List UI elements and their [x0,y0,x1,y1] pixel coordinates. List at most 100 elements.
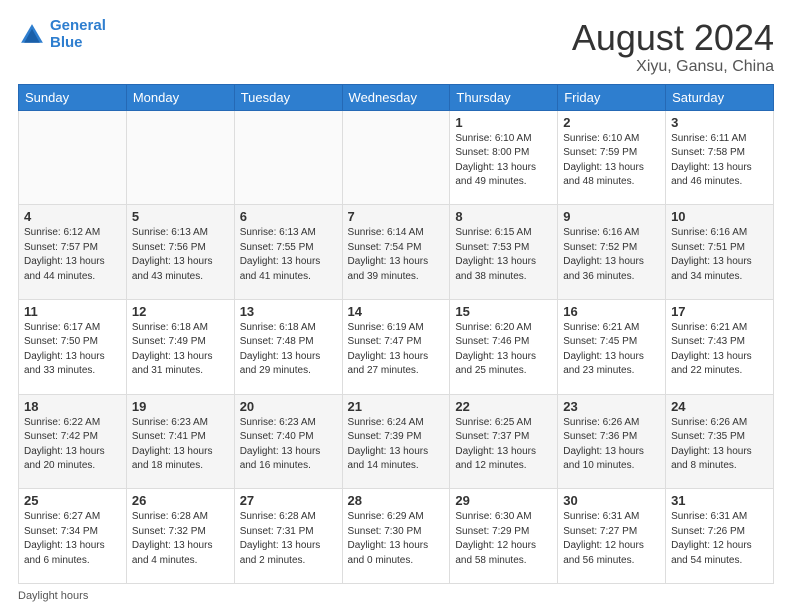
day-number: 24 [671,399,768,414]
day-info: Sunrise: 6:31 AM Sunset: 7:27 PM Dayligh… [563,510,660,568]
logo-icon [18,21,46,49]
day-number: 15 [455,304,552,319]
day-number: 30 [563,493,660,508]
day-number: 8 [455,209,552,224]
day-number: 19 [132,399,229,414]
calendar-cell [234,110,342,205]
day-number: 13 [240,304,337,319]
calendar-cell: 23 Sunrise: 6:26 AM Sunset: 7:36 PM Dayli… [558,394,666,489]
day-info: Sunrise: 6:28 AM Sunset: 7:32 PM Dayligh… [132,510,229,568]
calendar-cell: 7 Sunrise: 6:14 AM Sunset: 7:54 PM Daylig… [342,205,450,300]
day-info: Sunrise: 6:13 AM Sunset: 7:56 PM Dayligh… [132,226,229,284]
day-info: Sunrise: 6:23 AM Sunset: 7:40 PM Dayligh… [240,416,337,474]
calendar-day-header: Tuesday [234,84,342,110]
location: Xiyu, Gansu, China [572,58,774,76]
calendar-cell: 6Sunrise: 6:13 AM Sunset: 7:55 PM Daylig… [234,205,342,300]
day-info: Sunrise: 6:19 AM Sunset: 7:47 PM Dayligh… [348,321,445,379]
calendar-cell: 21Sunrise: 6:24 AM Sunset: 7:39 PM Dayli… [342,394,450,489]
logo: General Blue [18,18,106,51]
day-number: 6 [240,209,337,224]
day-number: 26 [132,493,229,508]
day-info: Sunrise: 6:16 AM Sunset: 7:51 PM Dayligh… [671,226,768,284]
day-info: Sunrise: 6:20 AM Sunset: 7:46 PM Dayligh… [455,321,552,379]
day-number: 22 [455,399,552,414]
calendar-day-header: Friday [558,84,666,110]
calendar: SundayMondayTuesdayWednesdayThursdayFrid… [18,84,774,584]
calendar-cell: 12 Sunrise: 6:18 AM Sunset: 7:49 PM Dayli… [126,299,234,394]
day-number: 18 [24,399,121,414]
day-number: 12 [132,304,229,319]
calendar-cell: 29 Sunrise: 6:30 AM Sunset: 7:29 PM Dayli… [450,489,558,584]
calendar-cell: 31Sunrise: 6:31 AM Sunset: 7:26 PM Dayli… [666,489,774,584]
logo-line2: Blue [50,34,83,51]
day-info: Sunrise: 6:18 AM Sunset: 7:49 PM Dayligh… [132,321,229,379]
footer: Daylight hours [18,590,774,602]
day-number: 5 [132,209,229,224]
logo-text: General Blue [50,18,106,51]
day-info: Sunrise: 6:12 AM Sunset: 7:57 PM Dayligh… [24,226,121,284]
day-number: 7 [348,209,445,224]
day-number: 25 [24,493,121,508]
calendar-cell: 19 Sunrise: 6:23 AM Sunset: 7:41 PM Dayli… [126,394,234,489]
day-number: 2 [563,115,660,130]
day-info: Sunrise: 6:15 AM Sunset: 7:53 PM Dayligh… [455,226,552,284]
day-number: 29 [455,493,552,508]
calendar-cell: 5 Sunrise: 6:13 AM Sunset: 7:56 PM Daylig… [126,205,234,300]
calendar-cell: 30 Sunrise: 6:31 AM Sunset: 7:27 PM Dayli… [558,489,666,584]
day-info: Sunrise: 6:27 AM Sunset: 7:34 PM Dayligh… [24,510,121,568]
day-number: 14 [348,304,445,319]
calendar-cell: 2 Sunrise: 6:10 AM Sunset: 7:59 PM Daylig… [558,110,666,205]
day-number: 3 [671,115,768,130]
day-number: 23 [563,399,660,414]
day-info: Sunrise: 6:31 AM Sunset: 7:26 PM Dayligh… [671,510,768,568]
calendar-cell: 11Sunrise: 6:17 AM Sunset: 7:50 PM Dayli… [19,299,127,394]
logo-line1: General [50,17,106,34]
calendar-cell: 28Sunrise: 6:29 AM Sunset: 7:30 PM Dayli… [342,489,450,584]
calendar-day-header: Wednesday [342,84,450,110]
calendar-cell: 27Sunrise: 6:28 AM Sunset: 7:31 PM Dayli… [234,489,342,584]
day-info: Sunrise: 6:22 AM Sunset: 7:42 PM Dayligh… [24,416,121,474]
calendar-day-header: Saturday [666,84,774,110]
page: General Blue August 2024 Xiyu, Gansu, Ch… [0,0,792,612]
day-info: Sunrise: 6:28 AM Sunset: 7:31 PM Dayligh… [240,510,337,568]
calendar-cell: 17Sunrise: 6:21 AM Sunset: 7:43 PM Dayli… [666,299,774,394]
calendar-cell: 10Sunrise: 6:16 AM Sunset: 7:51 PM Dayli… [666,205,774,300]
calendar-cell: 8 Sunrise: 6:15 AM Sunset: 7:53 PM Daylig… [450,205,558,300]
calendar-day-header: Thursday [450,84,558,110]
day-info: Sunrise: 6:29 AM Sunset: 7:30 PM Dayligh… [348,510,445,568]
calendar-cell: 15 Sunrise: 6:20 AM Sunset: 7:46 PM Dayli… [450,299,558,394]
day-info: Sunrise: 6:24 AM Sunset: 7:39 PM Dayligh… [348,416,445,474]
calendar-cell: 9 Sunrise: 6:16 AM Sunset: 7:52 PM Daylig… [558,205,666,300]
day-info: Sunrise: 6:17 AM Sunset: 7:50 PM Dayligh… [24,321,121,379]
calendar-cell [126,110,234,205]
calendar-week-row: 25 Sunrise: 6:27 AM Sunset: 7:34 PM Dayli… [19,489,774,584]
calendar-cell: 25 Sunrise: 6:27 AM Sunset: 7:34 PM Dayli… [19,489,127,584]
day-number: 4 [24,209,121,224]
day-number: 20 [240,399,337,414]
calendar-cell: 4 Sunrise: 6:12 AM Sunset: 7:57 PM Daylig… [19,205,127,300]
day-info: Sunrise: 6:21 AM Sunset: 7:43 PM Dayligh… [671,321,768,379]
calendar-header-row: SundayMondayTuesdayWednesdayThursdayFrid… [19,84,774,110]
calendar-cell: 14 Sunrise: 6:19 AM Sunset: 7:47 PM Dayli… [342,299,450,394]
calendar-cell [342,110,450,205]
day-info: Sunrise: 6:10 AM Sunset: 7:59 PM Dayligh… [563,132,660,190]
day-info: Sunrise: 6:30 AM Sunset: 7:29 PM Dayligh… [455,510,552,568]
calendar-day-header: Monday [126,84,234,110]
day-info: Sunrise: 6:21 AM Sunset: 7:45 PM Dayligh… [563,321,660,379]
day-info: Sunrise: 6:16 AM Sunset: 7:52 PM Dayligh… [563,226,660,284]
day-info: Sunrise: 6:18 AM Sunset: 7:48 PM Dayligh… [240,321,337,379]
calendar-cell: 16Sunrise: 6:21 AM Sunset: 7:45 PM Dayli… [558,299,666,394]
calendar-cell: 20 Sunrise: 6:23 AM Sunset: 7:40 PM Dayli… [234,394,342,489]
month-year: August 2024 [572,18,774,58]
calendar-cell: 1Sunrise: 6:10 AM Sunset: 8:00 PM Daylig… [450,110,558,205]
calendar-cell: 18 Sunrise: 6:22 AM Sunset: 7:42 PM Dayli… [19,394,127,489]
calendar-week-row: 1Sunrise: 6:10 AM Sunset: 8:00 PM Daylig… [19,110,774,205]
day-number: 9 [563,209,660,224]
calendar-cell: 24Sunrise: 6:26 AM Sunset: 7:35 PM Dayli… [666,394,774,489]
day-info: Sunrise: 6:23 AM Sunset: 7:41 PM Dayligh… [132,416,229,474]
calendar-cell [19,110,127,205]
day-info: Sunrise: 6:26 AM Sunset: 7:36 PM Dayligh… [563,416,660,474]
calendar-cell: 26 Sunrise: 6:28 AM Sunset: 7:32 PM Dayli… [126,489,234,584]
day-info: Sunrise: 6:10 AM Sunset: 8:00 PM Dayligh… [455,132,552,190]
day-info: Sunrise: 6:14 AM Sunset: 7:54 PM Dayligh… [348,226,445,284]
